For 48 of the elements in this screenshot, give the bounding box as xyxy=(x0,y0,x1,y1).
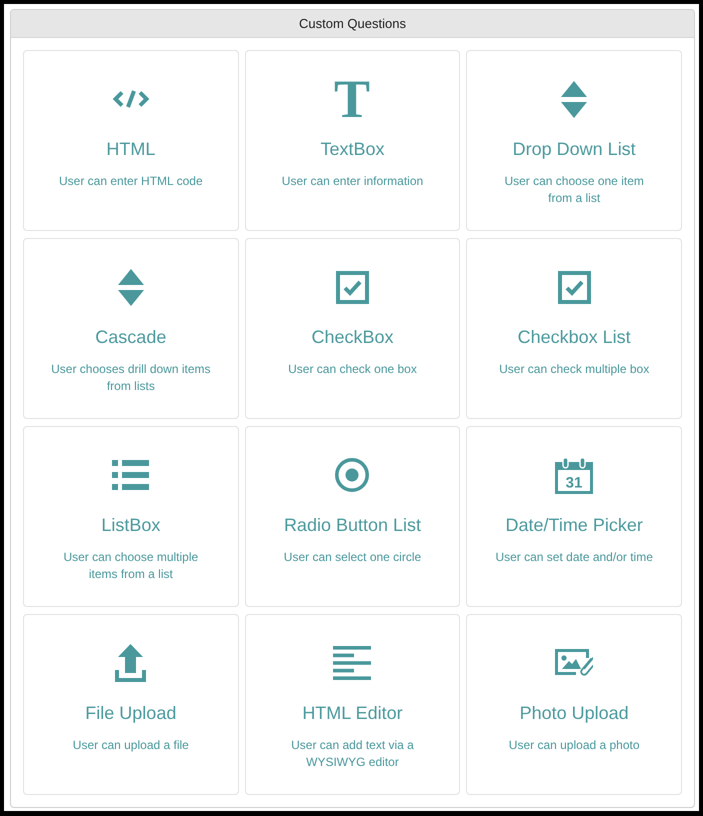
up-down-arrows-icon xyxy=(561,80,588,118)
checkbox-icon xyxy=(336,270,369,304)
question-type-card[interactable]: Radio Button List User can select one circle xyxy=(244,426,460,607)
question-type-card[interactable]: File Upload User can upload a file xyxy=(23,614,239,795)
card-description: User can check multiple box xyxy=(499,361,650,378)
question-type-card[interactable]: ListBox User can choose multiple items from a list xyxy=(23,426,239,607)
card-description: User can check one box xyxy=(288,361,417,378)
question-type-card[interactable]: HTML Editor User can add text via a WYSIWYG editor xyxy=(244,614,460,795)
image-paperclip-icon xyxy=(555,648,594,678)
card-title: TextBox xyxy=(320,138,384,161)
card-title: Date/Time Picker xyxy=(505,514,643,537)
card-title: HTML xyxy=(106,138,156,161)
card-description: User chooses drill down items from lists xyxy=(51,361,211,395)
card-description: User can choose one item from a list xyxy=(504,173,644,207)
card-description: User can select one circle xyxy=(284,549,422,566)
question-type-card[interactable]: Drop Down List User can choose one item from a list xyxy=(466,50,682,231)
card-title: HTML Editor xyxy=(302,702,403,725)
card-title: CheckBox xyxy=(311,326,394,349)
question-type-card[interactable]: 31 Date/Time Picker User can set date and/or time xyxy=(466,426,682,607)
question-type-card[interactable]: Checkbox List User can check multiple box xyxy=(466,238,682,419)
card-title: Cascade xyxy=(95,326,166,349)
question-type-card[interactable]: Photo Upload User can upload a photo xyxy=(466,614,682,795)
card-description: User can enter HTML code xyxy=(59,173,203,190)
radio-button-icon xyxy=(335,458,370,492)
card-title: Drop Down List xyxy=(512,138,636,161)
card-title: Checkbox List xyxy=(518,326,631,349)
question-type-card[interactable]: CheckBox User can check one box xyxy=(244,238,460,419)
card-title: Radio Button List xyxy=(284,514,422,537)
card-description: User can add text via a WYSIWYG editor xyxy=(291,737,414,771)
upload-icon xyxy=(115,644,146,682)
card-description: User can choose multiple items from a list xyxy=(63,549,198,583)
panel-title: Custom Questions xyxy=(299,16,406,31)
card-title: ListBox xyxy=(101,514,160,537)
question-type-card[interactable]: HTML User can enter HTML code xyxy=(23,50,239,231)
code-icon xyxy=(112,90,150,108)
up-down-arrows-icon xyxy=(118,268,144,306)
checkbox-icon xyxy=(558,270,591,304)
card-description: User can enter information xyxy=(282,173,424,190)
card-description: User can upload a file xyxy=(72,737,189,754)
question-type-card[interactable]: Cascade User chooses drill down items from lists xyxy=(23,238,239,419)
letter-t-icon: T xyxy=(334,80,370,118)
list-icon xyxy=(112,460,150,490)
question-type-card[interactable]: T TextBox User can enter information xyxy=(244,50,460,231)
card-title: Photo Upload xyxy=(520,702,629,725)
align-left-icon xyxy=(333,646,372,680)
card-description: User can upload a photo xyxy=(508,737,640,754)
card-description: User can set date and/or time xyxy=(495,549,653,566)
card-title: File Upload xyxy=(85,702,176,725)
